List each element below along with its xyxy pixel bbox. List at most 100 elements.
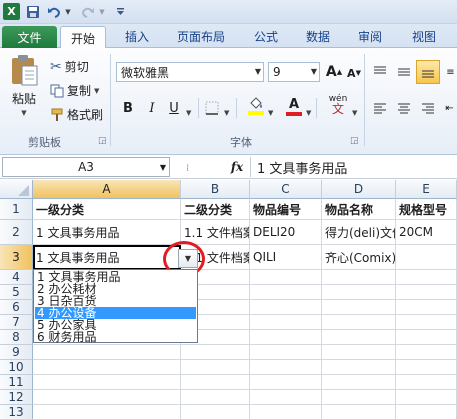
align-bottom-button[interactable] xyxy=(416,60,440,84)
cell-e3[interactable] xyxy=(396,245,457,270)
row-header-7[interactable]: 7 xyxy=(0,315,33,330)
splitter-icon[interactable]: ⁞ xyxy=(186,163,189,174)
cell-e5[interactable] xyxy=(396,285,457,300)
copy-dropdown-icon[interactable]: ▼ xyxy=(94,87,99,95)
orientation-button[interactable]: ≡ xyxy=(444,62,457,82)
cell-b1[interactable]: 二级分类 xyxy=(181,199,250,220)
cell-b11[interactable] xyxy=(181,375,250,390)
clipboard-launcher-icon[interactable]: ◲ xyxy=(98,136,107,146)
font-launcher-icon[interactable]: ◲ xyxy=(350,136,359,146)
row-header-12[interactable]: 12 xyxy=(0,390,33,405)
row-header-10[interactable]: 10 xyxy=(0,360,33,375)
copy-button[interactable]: 复制 ▼ xyxy=(50,82,99,99)
select-all-button[interactable] xyxy=(0,180,33,199)
cell-e9[interactable] xyxy=(396,345,457,360)
row-header-4[interactable]: 4 xyxy=(0,270,33,285)
tab-view[interactable]: 视图 xyxy=(402,24,446,48)
align-left-button[interactable] xyxy=(370,98,390,118)
font-size-combo[interactable]: 9 ▼ xyxy=(268,62,320,82)
font-color-button[interactable]: A xyxy=(284,96,304,116)
cell-e1[interactable]: 规格型号 xyxy=(396,199,457,220)
borders-button[interactable] xyxy=(202,98,222,118)
cell-a10[interactable] xyxy=(33,360,181,375)
undo-dropdown-icon[interactable]: ▼ xyxy=(64,3,72,20)
cell-d12[interactable] xyxy=(322,390,396,405)
cell-c8[interactable] xyxy=(250,330,322,345)
cell-d10[interactable] xyxy=(322,360,396,375)
row-header-11[interactable]: 11 xyxy=(0,375,33,390)
cell-b10[interactable] xyxy=(181,360,250,375)
align-center-button[interactable] xyxy=(394,98,414,118)
cell-c10[interactable] xyxy=(250,360,322,375)
cell-d9[interactable] xyxy=(322,345,396,360)
cell-e6[interactable] xyxy=(396,300,457,315)
dropdown-option[interactable]: 6 财务用品 xyxy=(35,331,196,343)
paste-dropdown-icon[interactable]: ▼ xyxy=(21,109,26,117)
bold-button[interactable]: B xyxy=(118,98,138,118)
row-header-9[interactable]: 9 xyxy=(0,345,33,360)
cell-e2[interactable]: 20CM xyxy=(396,220,457,245)
cell-c3[interactable]: QILI xyxy=(250,245,322,270)
cell-d2[interactable]: 得力(deli)文件 xyxy=(322,220,396,245)
tab-page-layout[interactable]: 页面布局 xyxy=(166,24,236,48)
cell-b12[interactable] xyxy=(181,390,250,405)
cell-e4[interactable] xyxy=(396,270,457,285)
cell-b9[interactable] xyxy=(181,345,250,360)
row-header-6[interactable]: 6 xyxy=(0,300,33,315)
tab-data[interactable]: 数据 xyxy=(296,24,340,48)
row-header-1[interactable]: 1 xyxy=(0,199,33,220)
cell-e7[interactable] xyxy=(396,315,457,330)
cell-d7[interactable] xyxy=(322,315,396,330)
cell-d1[interactable]: 物品名称 xyxy=(322,199,396,220)
fill-color-button[interactable] xyxy=(246,96,266,116)
cell-c6[interactable] xyxy=(250,300,322,315)
insert-function-button[interactable]: fx xyxy=(226,157,248,177)
cell-a12[interactable] xyxy=(33,390,181,405)
decrease-indent-button[interactable]: ⇤ xyxy=(442,98,457,118)
font-name-combo[interactable]: 微软雅黑 ▼ xyxy=(116,62,264,82)
align-middle-button[interactable] xyxy=(394,62,414,82)
cell-c4[interactable] xyxy=(250,270,322,285)
cell-c9[interactable] xyxy=(250,345,322,360)
cell-d4[interactable] xyxy=(322,270,396,285)
font-color-dropdown-icon[interactable]: ▼ xyxy=(306,104,311,118)
format-painter-button[interactable]: 格式刷 xyxy=(50,106,103,123)
column-header-a[interactable]: A xyxy=(33,180,181,199)
cell-c2[interactable]: DELI20 xyxy=(250,220,322,245)
tab-home[interactable]: 开始 xyxy=(60,26,106,49)
phonetic-guide-button[interactable]: wén 文 xyxy=(326,94,350,115)
italic-button[interactable]: I xyxy=(142,98,162,118)
cell-a13[interactable] xyxy=(33,405,181,419)
excel-logo-icon[interactable]: X xyxy=(3,3,20,20)
chevron-down-icon[interactable]: ▼ xyxy=(255,63,261,81)
fill-color-dropdown-icon[interactable]: ▼ xyxy=(268,104,273,118)
cut-button[interactable]: ✂ 剪切 xyxy=(50,58,89,75)
tab-review[interactable]: 审阅 xyxy=(348,24,392,48)
borders-dropdown-icon[interactable]: ▼ xyxy=(224,104,229,118)
save-icon[interactable] xyxy=(25,3,41,20)
redo-icon[interactable] xyxy=(80,3,96,20)
align-right-button[interactable] xyxy=(418,98,438,118)
row-header-13[interactable]: 13 xyxy=(0,405,33,419)
align-top-button[interactable] xyxy=(370,62,390,82)
row-header-5[interactable]: 5 xyxy=(0,285,33,300)
cell-e12[interactable] xyxy=(396,390,457,405)
undo-icon[interactable] xyxy=(46,3,62,20)
cell-a9[interactable] xyxy=(33,345,181,360)
cell-e10[interactable] xyxy=(396,360,457,375)
column-header-c[interactable]: C xyxy=(250,180,322,199)
cell-b13[interactable] xyxy=(181,405,250,419)
tab-file[interactable]: 文件 xyxy=(2,26,57,48)
cell-d3[interactable]: 齐心(Comix)七层文件柜 xyxy=(322,245,396,270)
row-header-2[interactable]: 2 xyxy=(0,220,33,245)
shrink-font-button[interactable]: A ▼ xyxy=(344,63,364,83)
cell-d5[interactable] xyxy=(322,285,396,300)
cell-d13[interactable] xyxy=(322,405,396,419)
cell-d11[interactable] xyxy=(322,375,396,390)
cell-d8[interactable] xyxy=(322,330,396,345)
cell-a2[interactable]: 1 文具事务用品 xyxy=(33,220,181,245)
tab-formulas[interactable]: 公式 xyxy=(244,24,288,48)
column-header-d[interactable]: D xyxy=(322,180,396,199)
name-box[interactable]: A3 xyxy=(2,157,170,177)
phonetic-dropdown-icon[interactable]: ▼ xyxy=(352,104,357,118)
